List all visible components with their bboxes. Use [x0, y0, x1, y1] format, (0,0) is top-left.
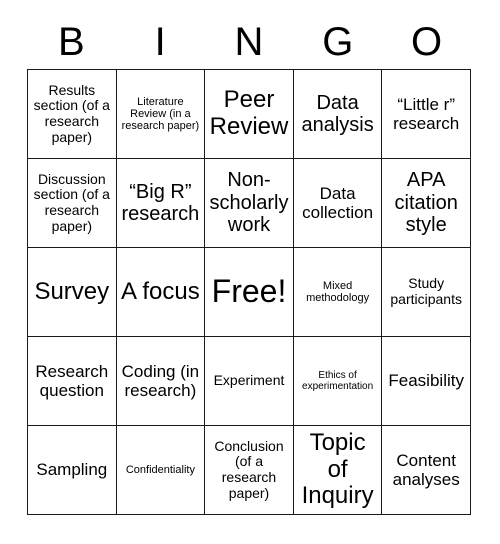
bingo-cell-label: Topic of Inquiry	[301, 428, 374, 510]
bingo-cell-label: Experiment	[213, 372, 285, 389]
bingo-cell-label: Study participants	[390, 275, 462, 307]
bingo-cell-r1c2[interactable]: Literature Review (in a research paper)	[116, 70, 206, 159]
bingo-cell-r1c3[interactable]: Peer Review	[205, 70, 294, 159]
bingo-cell-label: Ethics of experimentation	[302, 369, 374, 392]
bingo-cell-label: Confidentiality	[125, 463, 195, 476]
bingo-cell-r3c5[interactable]: Study participants	[382, 248, 471, 337]
bingo-cell-label: Sampling	[36, 460, 108, 480]
bingo-cell-label: Literature Review (in a research paper)	[121, 95, 200, 133]
bingo-cell-label: Discussion section (of a research paper)	[33, 170, 110, 234]
bingo-cell-r3c1[interactable]: Survey	[28, 248, 117, 337]
bingo-cell-r5c5[interactable]: Content analyses	[382, 426, 471, 515]
bingo-cell-r3c2[interactable]: A focus	[116, 248, 206, 337]
bingo-cell-label: “Big R” research	[121, 180, 200, 225]
bingo-cell-label: Feasibility	[388, 371, 464, 391]
bingo-cell-r2c3[interactable]: Non-scholarly work	[205, 159, 294, 248]
header-letter-o: O	[411, 19, 443, 64]
bingo-header: B I N G O	[27, 14, 471, 69]
header-letter-g: G	[322, 19, 354, 64]
bingo-cell-label: Peer Review	[209, 86, 289, 140]
bingo-grid: Results section (of a research paper) Lit…	[27, 69, 471, 515]
bingo-cell-label: Non-scholarly work	[209, 169, 289, 237]
bingo-cell-r2c2[interactable]: “Big R” research	[116, 159, 206, 248]
bingo-cell-r2c5[interactable]: APA citation style	[382, 159, 471, 248]
bingo-cell-label: Survey	[34, 277, 110, 305]
bingo-cell-r4c4[interactable]: Ethics of experimentation	[293, 337, 383, 426]
bingo-cell-r5c3[interactable]: Conclusion (of a research paper)	[205, 426, 294, 515]
bingo-cell-r1c1[interactable]: Results section (of a research paper)	[28, 70, 117, 159]
bingo-cell-label: APA citation style	[394, 169, 458, 237]
bingo-card: B I N G O Results section (of a research…	[0, 0, 500, 544]
bingo-cell-r2c4[interactable]: Data collection	[293, 159, 383, 248]
bingo-cell-r2c1[interactable]: Discussion section (of a research paper)	[28, 159, 117, 248]
bingo-cell-label: Research question	[35, 361, 109, 400]
bingo-cell-label: Results section (of a research paper)	[33, 81, 110, 145]
bingo-cell-label: Data collection	[302, 183, 374, 222]
bingo-cell-r5c4[interactable]: Topic of Inquiry	[293, 426, 383, 515]
bingo-cell-r4c1[interactable]: Research question	[28, 337, 117, 426]
bingo-cell-label: Content analyses	[392, 450, 460, 489]
bingo-cell-label: A focus	[121, 277, 200, 305]
bingo-cell-r4c2[interactable]: Coding (in research)	[116, 337, 206, 426]
bingo-cell-r1c4[interactable]: Data analysis	[293, 70, 383, 159]
bingo-cell-r4c5[interactable]: Feasibility	[382, 337, 471, 426]
bingo-cell-r3c3[interactable]: Free!	[205, 248, 294, 337]
bingo-cell-label: “Little r” research	[393, 94, 460, 133]
header-letter-i: I	[154, 19, 166, 64]
bingo-cell-r3c4[interactable]: Mixed methodology	[293, 248, 383, 337]
bingo-cell-label: Conclusion (of a research paper)	[214, 437, 284, 501]
bingo-cell-r1c5[interactable]: “Little r” research	[382, 70, 471, 159]
bingo-cell-label: Free!	[211, 273, 287, 310]
bingo-cell-label: Data analysis	[301, 91, 374, 136]
bingo-cell-r5c1[interactable]: Sampling	[28, 426, 117, 515]
bingo-cell-r4c3[interactable]: Experiment	[205, 337, 294, 426]
header-letter-b: B	[58, 19, 85, 64]
header-letter-n: N	[234, 19, 264, 64]
bingo-cell-label: Coding (in research)	[121, 361, 200, 400]
bingo-cell-r5c2[interactable]: Confidentiality	[116, 426, 206, 515]
bingo-cell-label: Mixed methodology	[306, 279, 370, 304]
